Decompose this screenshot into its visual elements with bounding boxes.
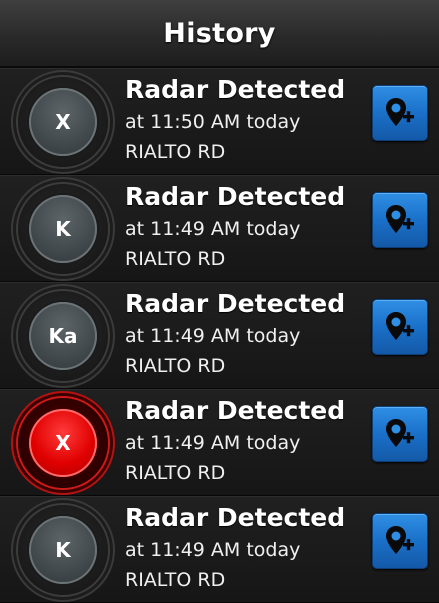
alert-time: at 11:49 AM today [125, 218, 301, 240]
history-item[interactable]: Ka Radar Detected at 11:49 AM today RIAL… [0, 282, 439, 389]
add-location-button[interactable] [372, 513, 428, 569]
history-text: Radar Detected at 11:49 AM today RIALTO … [125, 287, 345, 381]
alert-title: Radar Detected [125, 182, 346, 211]
map-pin-plus-icon [386, 205, 414, 233]
alert-road: RIALTO RD [125, 248, 226, 270]
header-bar: History [0, 0, 439, 68]
alert-time: at 11:50 AM today [125, 111, 301, 133]
band-label: K [29, 195, 97, 263]
alert-road: RIALTO RD [125, 141, 226, 163]
history-item[interactable]: K Radar Detected at 11:49 AM today RIALT… [0, 496, 439, 603]
band-label: Ka [29, 302, 97, 370]
band-badge: K [18, 505, 108, 595]
band-label: X [29, 409, 97, 477]
history-item[interactable]: X Radar Detected at 11:49 AM today RIALT… [0, 389, 439, 496]
add-location-button[interactable] [372, 406, 428, 462]
app: History X Radar Detected at 11:50 AM tod… [0, 0, 439, 603]
band-label: X [29, 88, 97, 156]
add-location-button[interactable] [372, 85, 428, 141]
alert-title: Radar Detected [125, 396, 346, 425]
band-badge: X [18, 77, 108, 167]
history-text: Radar Detected at 11:49 AM today RIALTO … [125, 180, 345, 274]
alert-road: RIALTO RD [125, 462, 226, 484]
history-item[interactable]: K Radar Detected at 11:49 AM today RIALT… [0, 175, 439, 282]
band-badge: Ka [18, 291, 108, 381]
add-location-button[interactable] [372, 299, 428, 355]
alert-title: Radar Detected [125, 289, 346, 318]
history-item[interactable]: X Radar Detected at 11:50 AM today RIALT… [0, 68, 439, 175]
band-badge: K [18, 184, 108, 274]
history-text: Radar Detected at 11:50 AM today RIALTO … [125, 73, 345, 167]
map-pin-plus-icon [386, 419, 414, 447]
alert-title: Radar Detected [125, 75, 346, 104]
map-pin-plus-icon [386, 98, 414, 126]
map-pin-plus-icon [386, 312, 414, 340]
page-title: History [163, 17, 276, 49]
alert-road: RIALTO RD [125, 569, 226, 591]
alert-time: at 11:49 AM today [125, 325, 301, 347]
history-list[interactable]: X Radar Detected at 11:50 AM today RIALT… [0, 68, 439, 603]
add-location-button[interactable] [372, 192, 428, 248]
band-label: K [29, 516, 97, 584]
alert-road: RIALTO RD [125, 355, 226, 377]
history-text: Radar Detected at 11:49 AM today RIALTO … [125, 394, 345, 488]
alert-title: Radar Detected [125, 503, 346, 532]
band-badge-alert: X [18, 398, 108, 488]
history-text: Radar Detected at 11:49 AM today RIALTO … [125, 501, 345, 595]
map-pin-plus-icon [386, 526, 414, 554]
alert-time: at 11:49 AM today [125, 539, 301, 561]
alert-time: at 11:49 AM today [125, 432, 301, 454]
